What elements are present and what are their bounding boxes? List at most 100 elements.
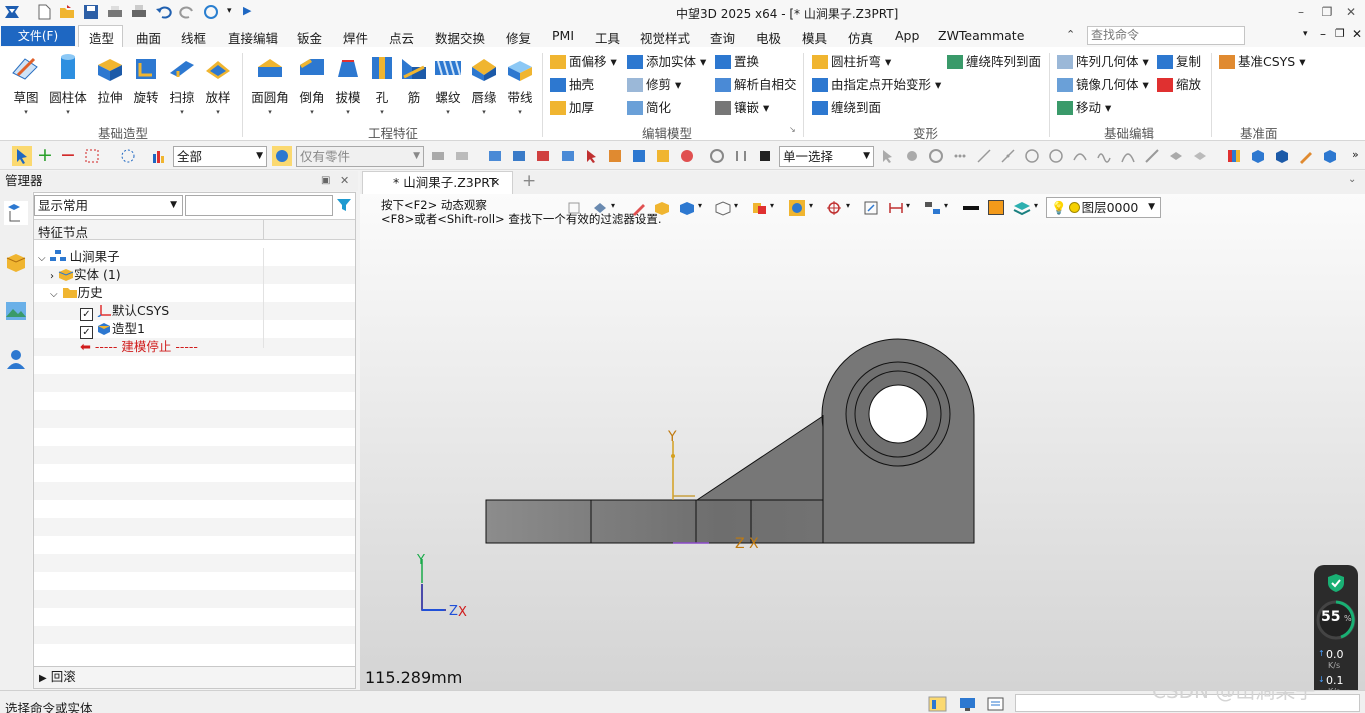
pick-tool4-icon[interactable] [560,148,576,164]
pick-arrow-icon[interactable] [12,146,32,166]
circle-snap2-icon[interactable] [1048,148,1064,164]
rollback-panel-toggle[interactable]: ▶ 回滚 [34,666,355,688]
deform-from-point-button[interactable]: 由指定点开始变形 ▾ [812,75,941,95]
tree-build-stop[interactable]: ⬅ ----- 建模停止 ----- [80,338,198,356]
restore-icon[interactable]: ❐ [1317,3,1337,21]
tree-shape-feature[interactable]: ✓ 造型1 [80,320,145,339]
thicken-button[interactable]: 加厚 [550,98,594,118]
doc-restore-icon[interactable]: ❐ [1335,27,1345,40]
tab-query[interactable]: 查询 [710,28,735,47]
display-filter-select[interactable]: 显示常用 ▼ [34,195,183,216]
lip-button[interactable]: 唇缘 ▾ [465,47,503,116]
inlay-button[interactable]: 镶嵌 ▾ [715,98,769,118]
tree-default-csys[interactable]: ✓ 默认CSYS [80,302,169,321]
pick-tool2-icon[interactable] [511,148,527,164]
tab-pmi[interactable]: PMI [552,28,574,43]
trim-button[interactable]: 修剪 ▾ [627,75,681,95]
open-folder-icon[interactable] [58,3,76,21]
minimize-icon[interactable]: – [1291,3,1311,21]
tab-mold[interactable]: 模具 [802,28,827,47]
pick-tool1-icon[interactable] [487,148,503,164]
user-manager-icon[interactable] [4,347,28,371]
print-preview-icon[interactable] [130,3,148,21]
filter-select[interactable]: 全部 ▼ [173,146,267,167]
cylinder-bend-button[interactable]: 圆柱折弯 ▾ [812,52,891,72]
print-icon[interactable] [106,3,124,21]
group-launcher-icon[interactable]: ↘ [789,125,796,134]
doc-minimize-icon[interactable]: – [1320,27,1326,41]
add-icon[interactable]: + [37,144,53,166]
tab-repair[interactable]: 修复 [506,28,531,47]
new-tab-icon[interactable]: + [522,171,536,191]
tab-surface[interactable]: 曲面 [136,28,161,47]
display-icon[interactable] [655,148,671,164]
collapse-ribbon-icon[interactable]: ⌃ [1066,28,1075,41]
toolbar-overflow-icon[interactable]: » [1352,148,1359,161]
close-icon[interactable]: ✕ [1341,3,1361,21]
cube-icon[interactable] [1250,148,1266,164]
tab-direct-edit[interactable]: 直接编辑 [228,28,278,47]
line-snap2-icon[interactable] [1000,148,1016,164]
qa-dropdown-icon[interactable]: ▾ [227,6,232,16]
redo-icon[interactable] [178,3,196,21]
shell-button[interactable]: 抽壳 [550,75,594,95]
tree-history-node[interactable]: ⌵ 历史 [50,284,103,302]
mirror-geometry-button[interactable]: 镜像几何体 ▾ [1057,75,1149,95]
lasso-icon[interactable] [120,148,136,164]
chamfer-button[interactable]: 倒角 ▾ [293,47,331,116]
pin-icon[interactable]: ▣ [321,171,330,191]
snap4-icon[interactable] [952,148,968,164]
cube3-icon[interactable] [1322,148,1338,164]
face-snap-icon[interactable] [1168,148,1184,164]
tab-app[interactable]: App [895,28,919,43]
tab-zwteammate[interactable]: ZWTeammate [938,28,1024,43]
tab-simulation[interactable]: 仿真 [848,28,873,47]
part-filter-icon[interactable] [272,146,292,166]
history-icon[interactable] [709,148,725,164]
help-dropdown-icon[interactable]: ▾ [1303,29,1308,39]
replace-button[interactable]: 置换 [715,52,759,72]
new-file-icon[interactable] [35,3,53,21]
pattern-geometry-button[interactable]: 阵列几何体 ▾ [1057,52,1149,72]
filter-tool-icon[interactable] [430,148,446,164]
status-display-icon[interactable] [958,696,977,712]
remove-icon[interactable]: − [60,144,76,166]
thread-button[interactable]: 螺纹 ▾ [429,47,467,116]
doc-close-icon[interactable]: ✕ [1352,27,1362,41]
resolve-self-intersect-button[interactable]: 解析自相交 [715,75,797,95]
wrap-to-face-button[interactable]: 缠绕到面 [812,98,881,118]
search-tree-input[interactable] [185,195,333,216]
snap1-icon[interactable] [880,148,896,164]
rib-button[interactable]: 筋 [395,47,433,106]
view-icon[interactable] [631,148,647,164]
3d-viewport[interactable]: 按下<F2> 动态观察 <F8>或者<Shift-roll> 查找下一个有效的过… [360,194,1365,710]
line-snap-icon[interactable] [976,148,992,164]
snap3-icon[interactable] [928,148,944,164]
draft-button[interactable]: 拔模 ▾ [329,47,367,116]
tab-tools[interactable]: 工具 [595,28,620,47]
edge-snap-icon[interactable] [1144,148,1160,164]
stop-icon[interactable] [757,148,773,164]
parts-only-select[interactable]: 仅有零件 ▼ [296,146,424,167]
assembly-manager-icon[interactable] [4,251,28,275]
color-bar-icon[interactable] [1226,148,1242,164]
regen-icon[interactable] [202,3,220,21]
close-tab-icon[interactable]: ✕ [491,172,500,194]
move-button[interactable]: 移动 ▾ [1057,98,1111,118]
box-select-icon[interactable] [84,148,100,164]
tab-weldment[interactable]: 焊件 [343,28,368,47]
arc-snap-icon[interactable] [1120,148,1136,164]
face-offset-button[interactable]: 面偏移 ▾ [550,52,617,72]
view-manager-icon[interactable] [4,299,28,323]
stripe-line-button[interactable]: 带线 ▾ [501,47,539,116]
tab-pointcloud[interactable]: 点云 [389,28,414,47]
run-icon[interactable]: ▶ [243,4,251,17]
bracket-icon[interactable] [733,148,749,164]
simplify-button[interactable]: 简化 [627,98,671,118]
tab-wireframe[interactable]: 线框 [181,28,206,47]
scale-button[interactable]: 缩放 [1157,75,1201,95]
tree-solid-node[interactable]: › 实体 (1) [50,266,121,284]
filter-tool2-icon[interactable] [454,148,470,164]
save-icon[interactable] [82,3,100,21]
file-menu-button[interactable]: 文件(F) [1,26,75,46]
